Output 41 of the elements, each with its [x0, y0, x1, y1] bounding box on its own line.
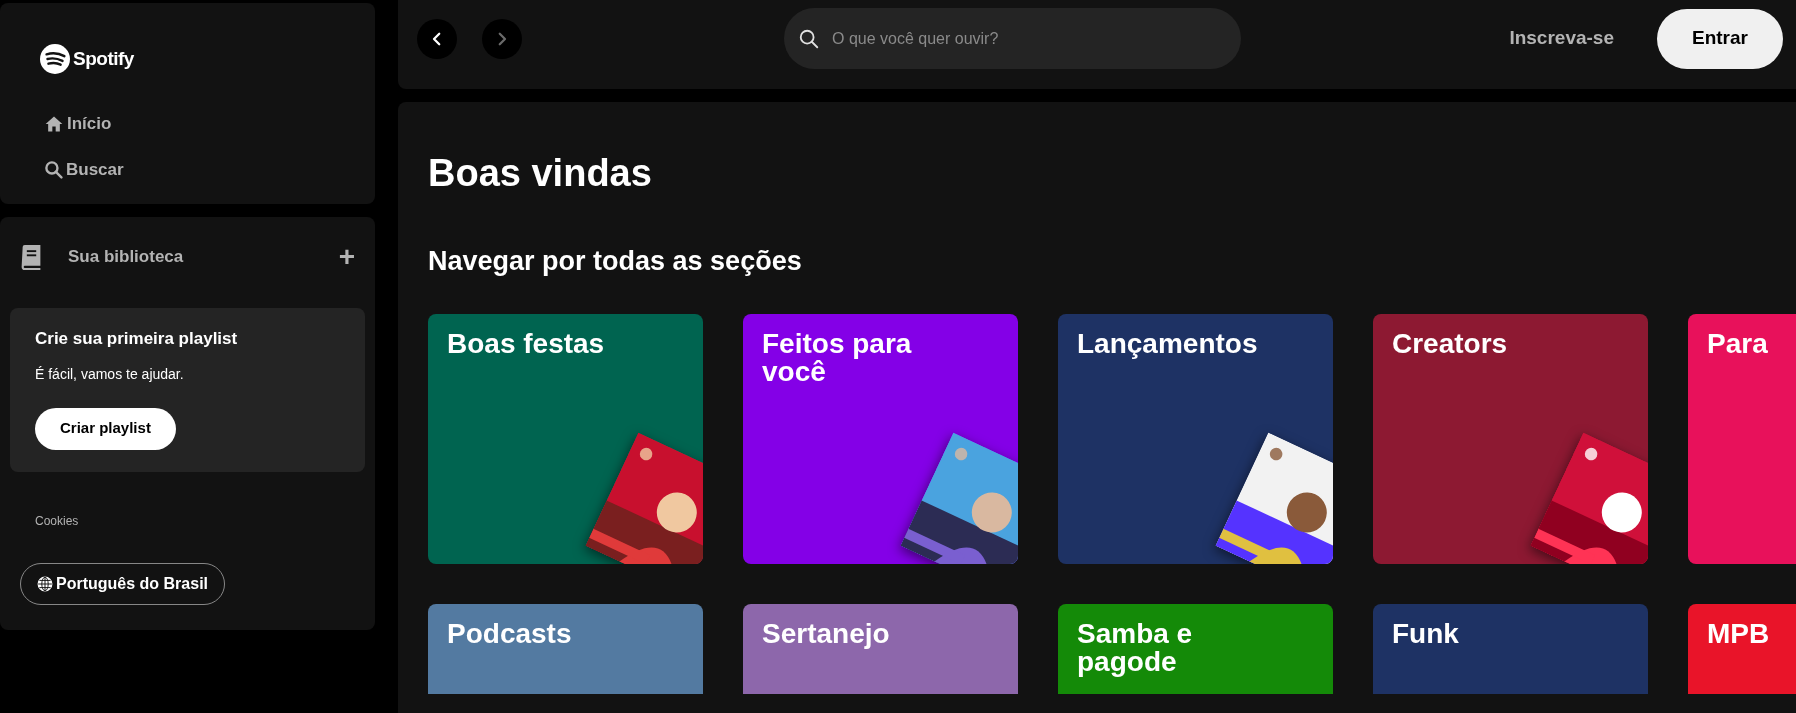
category-card[interactable]: Boas festas	[428, 314, 703, 564]
create-playlist-button[interactable]: Criar playlist	[35, 407, 176, 450]
search-field[interactable]: O que você quer ouvir?	[784, 8, 1241, 69]
book-icon	[20, 244, 42, 270]
search-icon	[798, 27, 820, 50]
card-title: Sertanejo	[762, 620, 891, 648]
add-button[interactable]: +	[338, 243, 355, 271]
nav-link[interactable]: Início	[44, 111, 375, 137]
library-title: Sua biblioteca	[68, 246, 184, 269]
card-title: MPB	[1707, 620, 1771, 648]
login-button[interactable]: Entrar	[1657, 8, 1783, 69]
category-card[interactable]: Samba e pagode	[1058, 604, 1333, 694]
category-card[interactable]: MPB	[1688, 604, 1796, 694]
section-title: Navegar por todas as seções	[428, 245, 803, 278]
category-card[interactable]: Sertanejo	[743, 604, 1018, 694]
category-card[interactable]: Podcasts	[428, 604, 703, 694]
prompt-text: É fácil, vamos te ajudar.	[35, 364, 185, 384]
search-icon	[44, 159, 63, 179]
card-title: Boas festas	[447, 330, 606, 358]
nav-link[interactable]: Buscar	[44, 156, 375, 182]
search-input[interactable]: O que você quer ouvir?	[832, 26, 1241, 51]
card-title: Feitos para você	[762, 330, 913, 386]
signup-button[interactable]: Inscreva-se	[1509, 24, 1614, 53]
card-title: Podcasts	[447, 620, 573, 648]
cookies-link[interactable]: Cookies	[35, 512, 79, 530]
card-title: Creators	[1392, 330, 1509, 358]
logo-text: Spotify	[73, 46, 134, 71]
page-title: Boas vindas	[428, 151, 653, 196]
card-title: Samba e pagode	[1077, 620, 1194, 676]
category-card[interactable]: Para	[1688, 314, 1796, 564]
category-card[interactable]: Funk	[1373, 604, 1648, 694]
category-card[interactable]: Feitos para você	[743, 314, 1018, 564]
card-title: Lançamentos	[1077, 330, 1259, 358]
globe-icon	[37, 576, 53, 592]
prompt-title: Crie sua primeira playlist	[35, 328, 239, 350]
category-card[interactable]: Creators	[1373, 314, 1648, 564]
logo-icon	[40, 44, 70, 74]
card-title: Funk	[1392, 620, 1460, 648]
card-title: Para	[1707, 330, 1769, 358]
category-card[interactable]: Lançamentos	[1058, 314, 1333, 564]
back-button[interactable]	[417, 18, 457, 59]
